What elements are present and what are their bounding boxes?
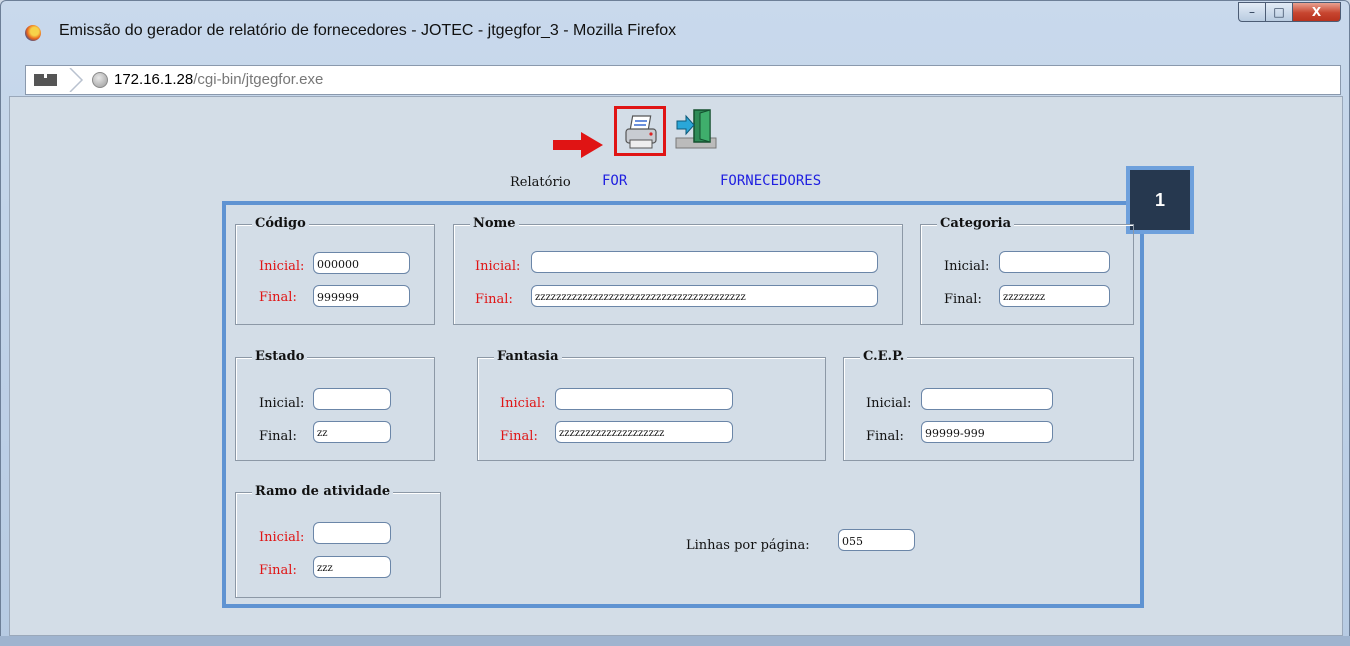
categoria-final-input[interactable] xyxy=(999,285,1110,307)
cep-final-input[interactable] xyxy=(921,421,1053,443)
linhas-por-pagina-label: Linhas por página: xyxy=(686,538,810,553)
estado-final-label: Final: xyxy=(259,429,297,444)
nome-final-label: Final: xyxy=(475,292,513,307)
nome-inicial-label: Inicial: xyxy=(475,259,521,274)
estado-final-input[interactable] xyxy=(313,421,391,443)
window-title: Emissão do gerador de relatório de forne… xyxy=(59,22,677,39)
categoria-final-label: Final: xyxy=(944,292,982,307)
report-name: FORNECEDORES xyxy=(720,173,822,189)
ramo-inicial-label: Inicial: xyxy=(259,530,305,545)
report-code: FOR xyxy=(602,173,628,189)
tab-groups-icon[interactable] xyxy=(34,74,58,86)
ramo-final-label: Final: xyxy=(259,563,297,578)
fantasia-inicial-label: Inicial: xyxy=(500,396,546,411)
estado-inicial-label: Inicial: xyxy=(259,396,305,411)
group-ramo-atividade-title: Ramo de atividade xyxy=(252,484,394,499)
url-host: 172.16.1.28 xyxy=(114,71,194,88)
globe-icon xyxy=(92,72,108,88)
cep-inicial-input[interactable] xyxy=(921,388,1053,410)
minimize-icon: – xyxy=(1249,5,1255,19)
url-text[interactable]: 172.16.1.28/cgi-bin/jtgegfor.exe xyxy=(114,71,323,88)
group-estado-title: Estado xyxy=(252,349,308,364)
group-codigo: Código xyxy=(235,216,435,325)
minimize-button[interactable]: – xyxy=(1238,2,1266,22)
group-categoria: Categoria xyxy=(920,216,1134,325)
ramo-final-input[interactable] xyxy=(313,556,391,578)
group-cep-title: C.E.P. xyxy=(860,349,908,364)
address-bar[interactable]: 172.16.1.28/cgi-bin/jtgegfor.exe xyxy=(25,65,1341,95)
red-arrow-icon xyxy=(553,132,603,158)
window-controls: – □ X xyxy=(1238,2,1341,22)
nome-inicial-input[interactable] xyxy=(531,251,878,273)
ramo-inicial-input[interactable] xyxy=(313,522,391,544)
maximize-button[interactable]: □ xyxy=(1266,2,1293,22)
categoria-inicial-label: Inicial: xyxy=(944,259,990,274)
fantasia-final-input[interactable] xyxy=(555,421,733,443)
step-badge: 1 xyxy=(1126,166,1194,234)
group-fantasia-title: Fantasia xyxy=(494,349,562,364)
address-separator xyxy=(69,68,84,92)
close-button[interactable]: X xyxy=(1293,2,1341,22)
printer-icon xyxy=(625,115,657,149)
maximize-icon: □ xyxy=(1273,5,1285,19)
group-categoria-title: Categoria xyxy=(937,216,1015,231)
codigo-final-input[interactable] xyxy=(313,285,410,307)
codigo-inicial-label: Inicial: xyxy=(259,259,305,274)
firefox-logo-icon xyxy=(25,25,41,41)
group-ramo-atividade: Ramo de atividade xyxy=(235,484,441,598)
report-label: Relatório xyxy=(510,175,571,190)
close-icon: X xyxy=(1311,5,1322,19)
exit-button[interactable] xyxy=(674,108,718,150)
nome-final-input[interactable] xyxy=(531,285,878,307)
group-nome-title: Nome xyxy=(470,216,519,231)
codigo-final-label: Final: xyxy=(259,290,297,305)
fantasia-inicial-input[interactable] xyxy=(555,388,733,410)
group-codigo-title: Código xyxy=(252,216,309,231)
title-bar: Emissão do gerador de relatório de forne… xyxy=(1,1,1349,45)
url-path: /cgi-bin/jtgegfor.exe xyxy=(193,71,324,88)
estado-inicial-input[interactable] xyxy=(313,388,391,410)
cep-inicial-label: Inicial: xyxy=(866,396,912,411)
exit-door-icon xyxy=(675,109,717,149)
window-bottom-border xyxy=(0,636,1350,646)
linhas-por-pagina-input[interactable] xyxy=(838,529,915,551)
print-button[interactable] xyxy=(614,106,666,156)
categoria-inicial-input[interactable] xyxy=(999,251,1110,273)
fantasia-final-label: Final: xyxy=(500,429,538,444)
cep-final-label: Final: xyxy=(866,429,904,444)
codigo-inicial-input[interactable] xyxy=(313,252,410,274)
group-nome: Nome xyxy=(453,216,903,325)
